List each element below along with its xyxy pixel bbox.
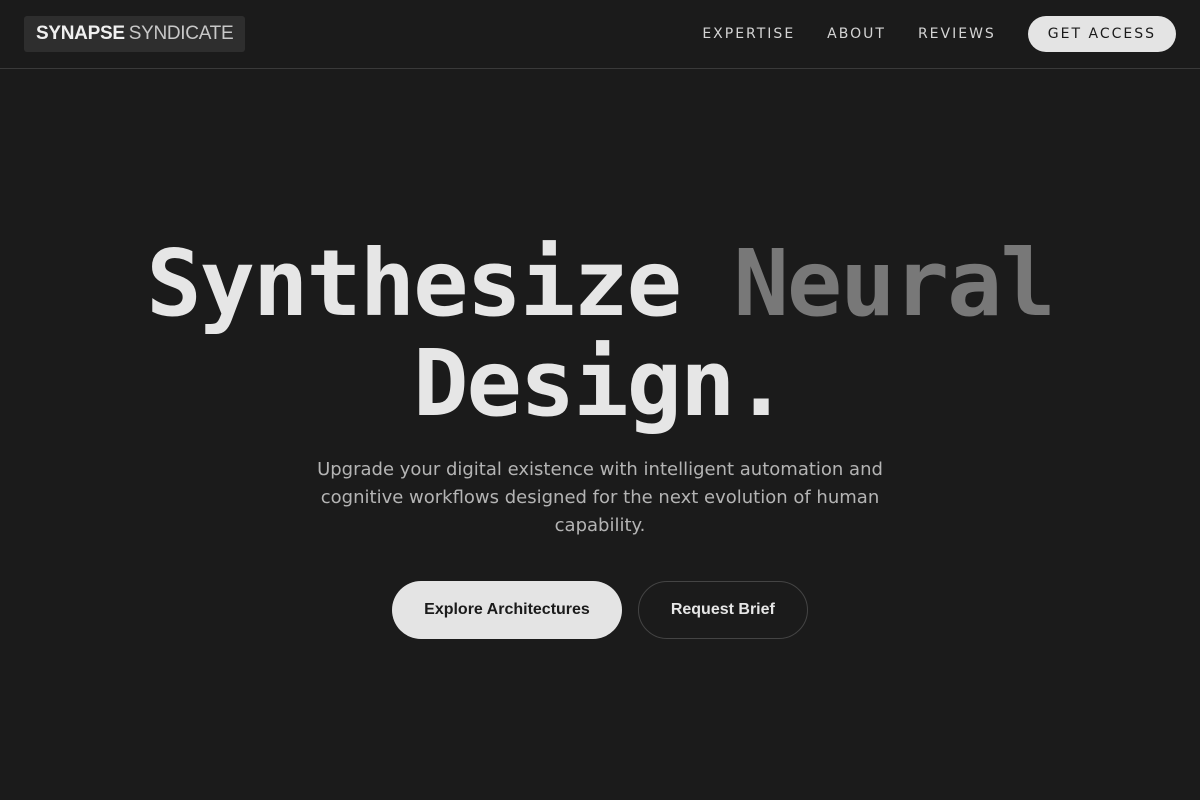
- logo-wordmark-light: SYNDICATE: [128, 23, 234, 44]
- hero-subtitle: Upgrade your digital existence with inte…: [317, 459, 883, 536]
- request-brief-button[interactable]: Request Brief: [637, 581, 808, 639]
- brand-logo[interactable]: SYNAPSE SYNDICATE: [24, 16, 246, 52]
- top-navbar: SYNAPSE SYNDICATE EXPERTISE ABOUT REVIEW…: [0, 0, 1200, 69]
- get-access-button[interactable]: GET ACCESS: [1027, 16, 1176, 52]
- hero-title-line2: Design.: [413, 330, 789, 437]
- nav-link-expertise[interactable]: EXPERTISE: [702, 26, 795, 42]
- nav-link-about[interactable]: ABOUT: [827, 26, 886, 42]
- primary-nav: EXPERTISE ABOUT REVIEWS GET ACCESS: [670, 16, 1176, 52]
- nav-link-reviews[interactable]: REVIEWS: [918, 26, 996, 42]
- hero-actions: Explore Architectures Request Brief: [0, 581, 1200, 639]
- hero-title-part1: Synthesize: [146, 230, 734, 337]
- hero-title: Synthesize Neural Design.: [0, 234, 1200, 434]
- hero-title-accent: Neural: [733, 230, 1055, 337]
- logo-wordmark-strong: SYNAPSE: [36, 23, 125, 44]
- explore-architectures-button[interactable]: Explore Architectures: [392, 581, 622, 639]
- hero-section: Synthesize Neural Design. Upgrade your d…: [0, 69, 1200, 800]
